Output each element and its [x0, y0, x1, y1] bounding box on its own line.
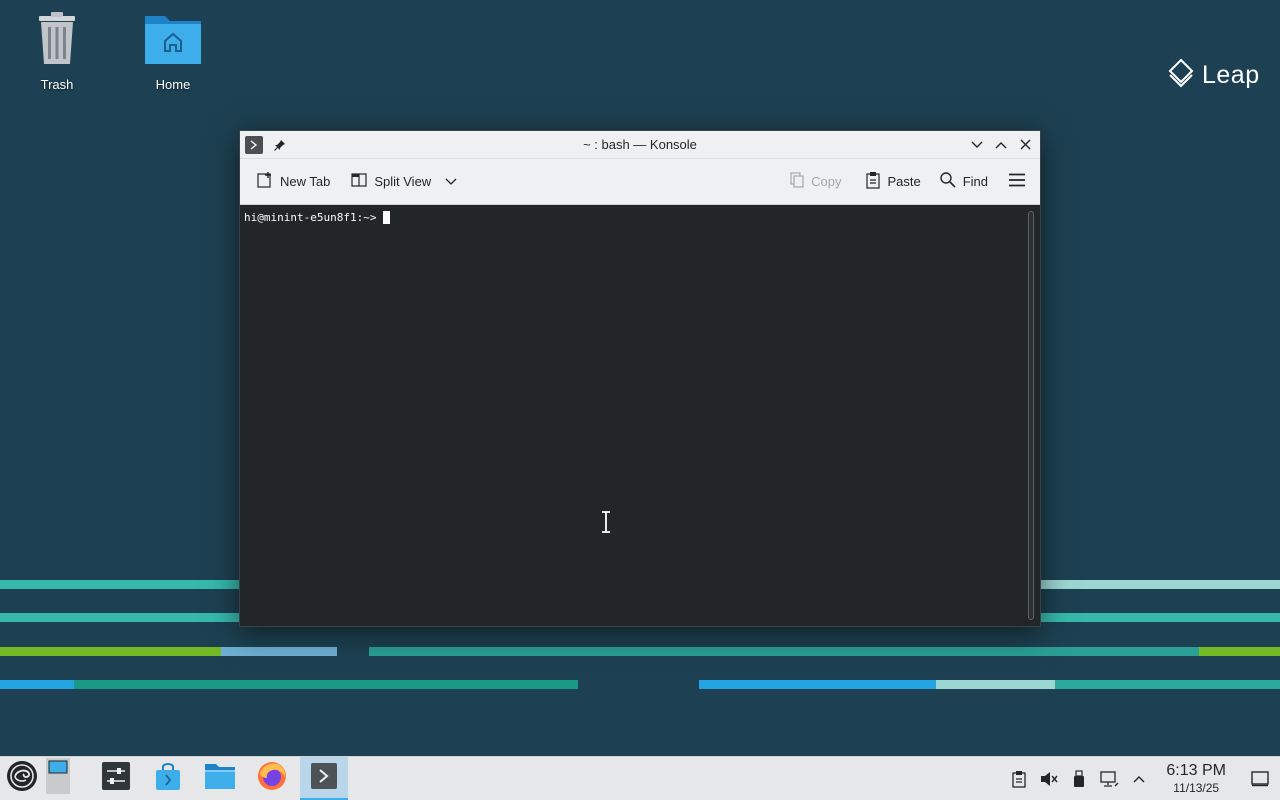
- split-view-button[interactable]: Split View: [344, 167, 463, 197]
- usb-device-icon[interactable]: [1064, 757, 1094, 800]
- paste-button[interactable]: Paste: [859, 167, 926, 197]
- pin-icon[interactable]: [273, 138, 287, 152]
- terminal-prompt: hi@minint-e5un8f1:~>: [244, 211, 377, 224]
- terminal-prompt-line: hi@minint-e5un8f1:~>: [244, 211, 391, 224]
- volume-muted-icon[interactable]: [1034, 757, 1064, 800]
- taskbar: 6:13 PM 11/13/25: [0, 756, 1280, 800]
- leap-logo: Leap: [1168, 58, 1260, 93]
- copy-icon: [789, 171, 805, 192]
- new-tab-icon: [256, 171, 274, 192]
- trash-icon: [33, 10, 81, 71]
- show-desktop-icon[interactable]: [1240, 757, 1280, 800]
- application-launcher[interactable]: [0, 757, 44, 800]
- desktop-icon-label: Home: [155, 77, 191, 92]
- terminal-cursor: [383, 211, 391, 224]
- window-title: ~ : bash — Konsole: [583, 137, 697, 152]
- desktop-icon-home[interactable]: Home: [128, 10, 218, 100]
- digital-clock[interactable]: 6:13 PM 11/13/25: [1166, 762, 1226, 795]
- hamburger-menu-icon: [1008, 173, 1026, 190]
- new-tab-button[interactable]: New Tab: [250, 167, 336, 197]
- terminal-scrollbar[interactable]: [1028, 211, 1034, 620]
- copy-label: Copy: [811, 174, 842, 189]
- minimize-icon[interactable]: [968, 136, 986, 154]
- folder-icon: [204, 762, 236, 795]
- clock-date: 11/13/25: [1173, 781, 1220, 795]
- paste-label: Paste: [887, 174, 921, 189]
- ibeam-cursor-icon: [601, 511, 611, 538]
- file-manager-launcher[interactable]: [196, 757, 244, 800]
- new-tab-label: New Tab: [280, 174, 331, 189]
- split-view-label: Split View: [374, 174, 432, 189]
- terminal-area[interactable]: hi@minint-e5un8f1:~>: [240, 205, 1040, 626]
- konsole-task[interactable]: [300, 756, 348, 800]
- search-icon: [939, 171, 957, 192]
- settings-sliders-icon: [101, 761, 131, 796]
- desktop-pager[interactable]: [44, 757, 72, 800]
- firefox-icon: [256, 760, 288, 797]
- desktop-icon-trash[interactable]: Trash: [12, 10, 102, 100]
- leap-text: Leap: [1202, 61, 1260, 89]
- konsole-icon[interactable]: [245, 135, 263, 154]
- home-folder-icon: [143, 10, 203, 71]
- chevron-down-icon[interactable]: [445, 174, 457, 189]
- find-button[interactable]: Find: [933, 167, 994, 197]
- system-settings-launcher[interactable]: [92, 757, 140, 800]
- network-icon[interactable]: [1094, 757, 1124, 800]
- konsole-toolbar: New Tab Split View Copy Paste Find: [240, 159, 1040, 205]
- konsole-icon: [310, 762, 338, 795]
- system-tray: 6:13 PM 11/13/25: [1004, 757, 1280, 800]
- leap-diamond-icon: [1168, 58, 1194, 93]
- firefox-launcher[interactable]: [248, 757, 296, 800]
- window-titlebar[interactable]: ~ : bash — Konsole: [240, 131, 1040, 159]
- close-icon[interactable]: [1016, 136, 1034, 154]
- copy-button[interactable]: Copy: [783, 167, 847, 197]
- paste-icon: [865, 171, 881, 192]
- store-bag-icon: [154, 761, 182, 796]
- desktop-icon-label: Trash: [40, 77, 74, 92]
- split-view-icon: [350, 171, 368, 192]
- find-label: Find: [962, 174, 988, 189]
- software-store-launcher[interactable]: [144, 757, 192, 800]
- clipboard-icon[interactable]: [1004, 757, 1034, 800]
- opensuse-launcher-icon: [6, 760, 38, 797]
- chevron-up-icon[interactable]: [1124, 757, 1154, 800]
- konsole-window[interactable]: ~ : bash — Konsole New Tab Split View Co…: [239, 130, 1041, 627]
- clock-time: 6:13 PM: [1166, 762, 1226, 779]
- pager-icon: [45, 757, 71, 800]
- maximize-icon[interactable]: [992, 136, 1010, 154]
- hamburger-menu-button[interactable]: [1002, 167, 1032, 197]
